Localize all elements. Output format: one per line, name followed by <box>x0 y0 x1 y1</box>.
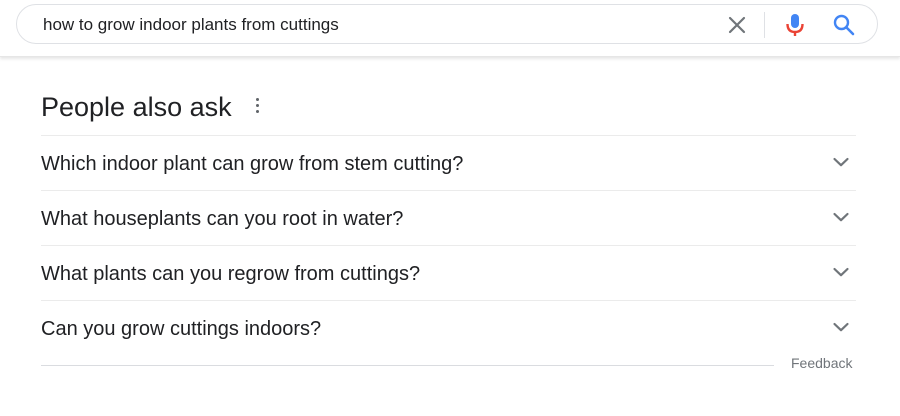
question-row[interactable]: What plants can you regrow from cuttings… <box>41 246 856 301</box>
feedback-link[interactable]: Feedback <box>791 355 852 371</box>
search-results-page: People also ask Which indoor plant can g… <box>0 0 900 416</box>
more-vert-icon <box>255 98 259 101</box>
question-text: Which indoor plant can grow from stem cu… <box>41 153 464 175</box>
voice-search-button[interactable] <box>781 11 809 39</box>
close-icon <box>728 16 746 34</box>
people-also-ask-section: People also ask Which indoor plant can g… <box>41 82 856 355</box>
question-row[interactable]: Which indoor plant can grow from stem cu… <box>41 136 856 191</box>
search-icon <box>833 14 855 36</box>
microphone-icon <box>786 14 804 36</box>
footer-divider <box>41 365 774 366</box>
search-header <box>0 0 900 57</box>
chevron-down-icon <box>833 322 849 332</box>
search-input[interactable] <box>43 14 703 36</box>
search-submit-button[interactable] <box>831 12 857 38</box>
clear-button[interactable] <box>725 13 749 37</box>
question-row[interactable]: What houseplants can you root in water? <box>41 191 856 246</box>
question-text: What plants can you regrow from cuttings… <box>41 263 421 285</box>
search-box-divider <box>764 12 765 38</box>
chevron-down-icon <box>833 157 849 167</box>
section-title: People also ask <box>41 92 232 122</box>
chevron-down-icon <box>833 267 849 277</box>
more-vert-icon-dot <box>255 104 259 107</box>
more-options-button[interactable] <box>251 95 263 119</box>
question-text: What houseplants can you root in water? <box>41 208 404 230</box>
search-box[interactable] <box>16 4 878 44</box>
more-vert-icon-dot <box>255 110 259 113</box>
question-row[interactable]: Can you grow cuttings indoors? <box>41 301 856 355</box>
people-also-ask-header: People also ask <box>41 82 856 135</box>
question-text: Can you grow cuttings indoors? <box>41 318 322 340</box>
chevron-down-icon <box>833 212 849 222</box>
